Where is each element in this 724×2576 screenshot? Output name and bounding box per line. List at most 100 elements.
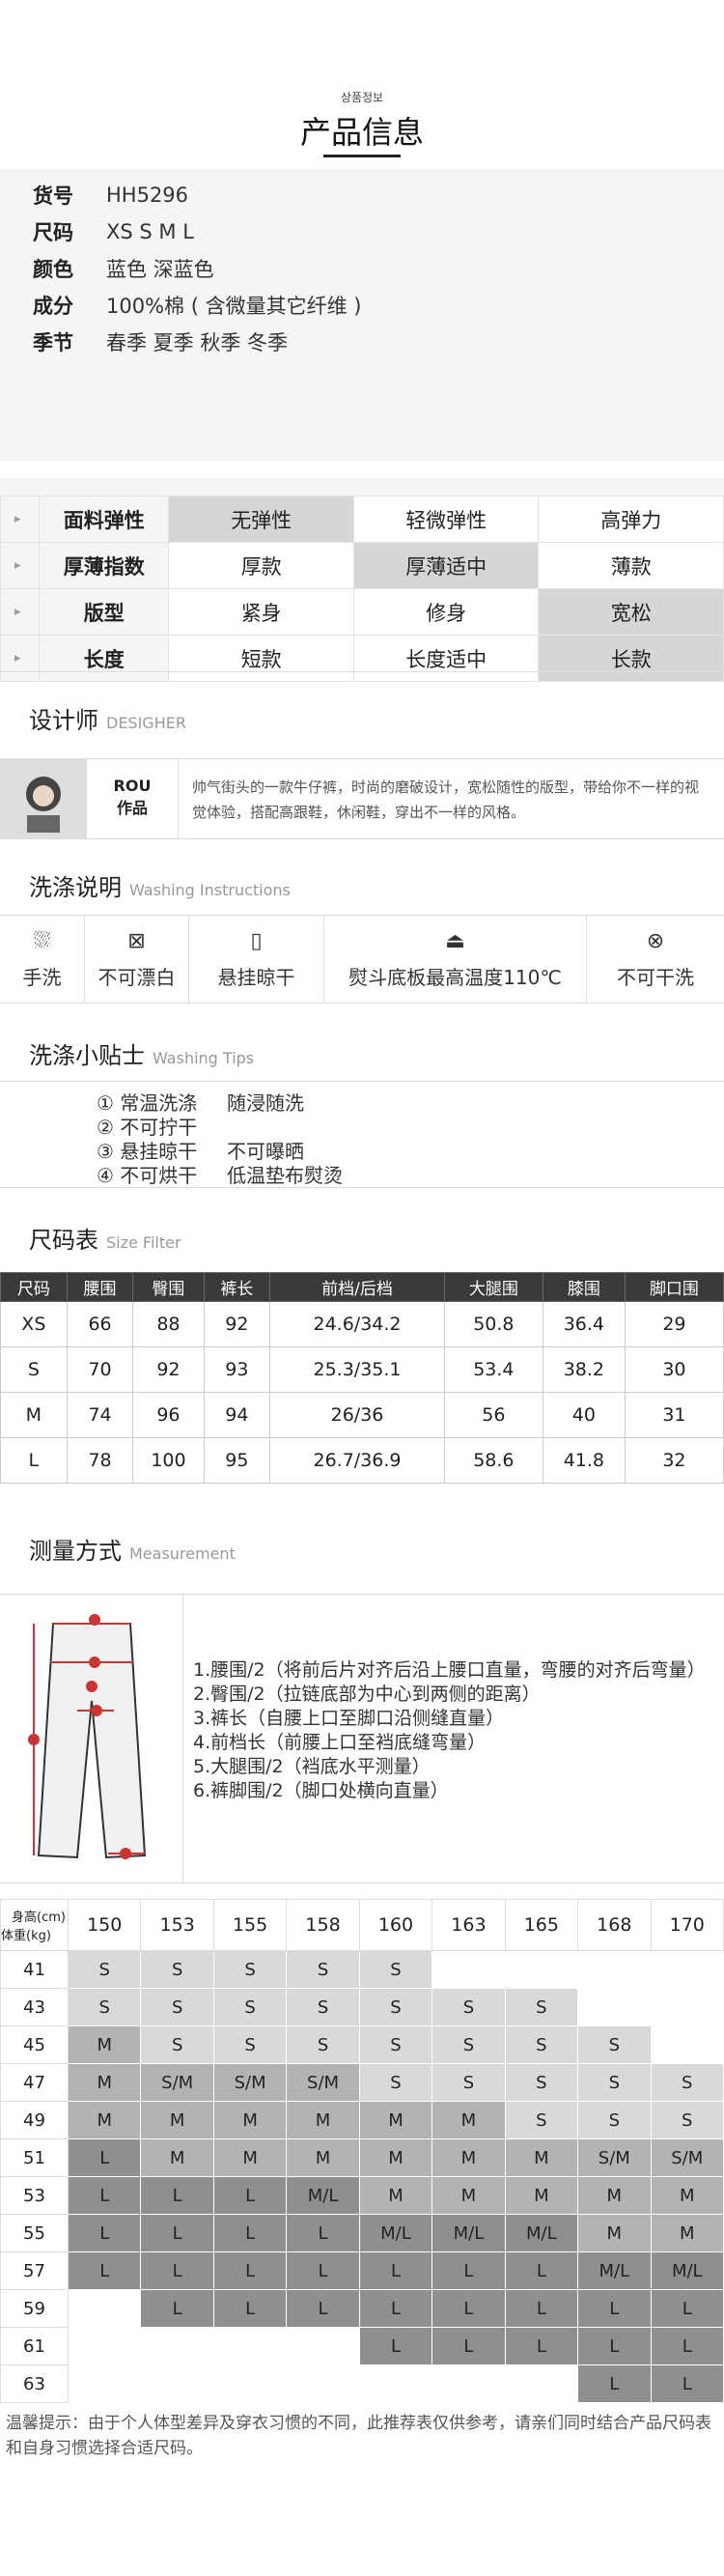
rec-cell: M [286,2101,360,2139]
size-cell: 26.7/36.9 [269,1437,445,1484]
rec-cell: M [358,2176,433,2215]
rec-cell: S [358,2025,433,2064]
rec-cell [67,2327,142,2365]
rec-cell: M [140,2138,214,2177]
rec-cell: S [67,1988,142,2026]
corner-cell: 身高(cm) 体重(kg) [0,1899,69,1951]
rec-cell: L [432,2327,506,2365]
rec-cell: L [577,2289,652,2328]
table-row: 49 M M M M M M S S S [0,2101,724,2139]
size-header-cell: 裤长 [203,1272,271,1302]
height-header: 160 [358,1899,433,1951]
rec-cell: L [140,2251,214,2290]
size-cell: XS [0,1301,68,1347]
measure-title: 测量方式 [29,1538,122,1565]
attribute-option: 薄款 [538,542,724,589]
rec-cell: M [650,2214,724,2252]
measurement-list: 1.腰围/2（将前后片对齐后沿上腰口直量，弯腰的对齐后弯量） 2.臀围/2（拉链… [183,1595,706,1882]
size-section-header: 尺码表 Size Filter [0,1187,724,1272]
size-en: Size Filter [106,1233,181,1252]
size-cell: 30 [624,1346,724,1393]
info-row: 尺码 XS S M L [0,213,724,250]
rec-cell: L [67,2214,142,2252]
weight-cell: 53 [0,2176,69,2215]
size-cell: 100 [132,1437,205,1484]
rec-cell [650,2025,724,2064]
table-row: 57 L L L L L L L M/L M/L [0,2251,724,2290]
designer-card: ROU 作品 帅气街头的一款牛仔裤，时尚的磨破设计，宽松随性的版型，带给你不一样的… [0,758,724,839]
size-cell: 26/36 [269,1392,445,1438]
info-key: 尺码 [33,221,73,244]
rec-cell: L [212,2176,288,2215]
table-row: 45 M S S S S S S S [0,2025,724,2064]
rec-cell: M [432,2176,506,2215]
height-header: 155 [212,1899,288,1951]
table-row: 41 S S S S S [0,1950,724,1989]
rec-cell [67,2364,142,2403]
rec-cell: L [504,2289,579,2328]
washing-icons: ⛆ 手洗 ⊠ 不可漂白 ▯ 悬挂晾干 ⏏ 熨斗底板最高温度110℃ ⊗ 不可干洗 [0,915,724,1004]
weight-cell: 43 [0,1988,69,2026]
washing-section-header: 洗涤说明 Washing Instructions [0,839,724,915]
wash-item: ⛆ 手洗 [0,916,85,1003]
rec-cell: S [650,2101,724,2139]
size-table: 尺码 腰围 臀围 裤长 前档/后档 大腿围 膝围 脚口围 XS 66 88 92 24.6/34.2 50… [0,1272,724,1484]
info-row: 颜色 蓝色 深蓝色 [0,250,724,287]
height-header: 170 [650,1899,724,1951]
size-cell: 93 [203,1346,271,1393]
size-cell: 29 [624,1301,724,1347]
designer-title: 设计师 [29,707,98,734]
rec-cell: M [67,2025,142,2064]
measure-en: Measurement [129,1544,236,1563]
rec-cell: S [432,2025,506,2064]
measure-section-header: 测量方式 Measurement [0,1491,724,1594]
size-header-cell: 腰围 [66,1272,134,1302]
table-row: 43 S S S S S S S [0,1988,724,2026]
tips-en: Washing Tips [153,1049,255,1067]
rec-cell: M/L [286,2176,360,2215]
attribute-option: 紧身 [168,588,354,636]
weight-cell: 63 [0,2364,69,2403]
measurement-panel: 1.腰围/2（将前后片对齐后沿上腰口直量，弯腰的对齐后弯量） 2.臀围/2（拉链… [0,1594,724,1883]
rec-cell: S [577,2063,652,2102]
rec-cell: M [212,2101,288,2139]
rec-cell [212,2364,288,2403]
size-cell: 25.3/35.1 [269,1346,445,1393]
bullet-icon: ▸ [0,542,41,589]
size-cell: 40 [542,1392,626,1438]
size-cell: 56 [443,1392,543,1438]
page-header: 상품정보 产品信息 [0,0,724,169]
size-cell: 74 [66,1392,134,1438]
size-cell: 94 [203,1392,271,1438]
measure-item: 5.大腿围/2（裆底水平测量） [193,1756,431,1777]
pants-diagram [0,1595,183,1882]
rec-cell: L [67,2251,142,2290]
rec-cell: L [577,2364,652,2403]
attribute-option: 无弹性 [168,495,354,543]
info-value: XS S M L [106,220,194,243]
table-row: 53 L L L M/L M M M M M [0,2176,724,2215]
table-row: S 70 92 93 25.3/35.1 53.4 38.2 30 [0,1346,724,1393]
rec-cell: S [212,1988,288,2026]
rec-cell: S [504,2025,579,2064]
rec-cell: L [212,2214,288,2252]
rec-cell: S [67,1950,142,1989]
info-value: HH5296 [106,184,189,207]
attribute-name: 厚薄指数 [39,542,170,589]
rec-cell: L [358,2289,433,2328]
bullet-icon: ▸ [0,588,41,636]
rec-cell: L [432,2251,506,2290]
info-row: 成分 100%棉 ( 含微量其它纤维 ) [0,287,724,324]
rec-cell: L [650,2364,724,2403]
tip-row: ① 常温洗涤 随浸随洗 [97,1091,304,1115]
rec-cell: S [286,1950,360,1989]
height-label: 身高(cm) [12,1911,66,1925]
size-cell: 58.6 [443,1437,543,1484]
attribute-option: 高弹力 [538,495,724,543]
size-header-cell: 脚口围 [624,1272,724,1302]
designer-en: DESIGHER [106,714,186,732]
size-cell: 95 [203,1437,271,1484]
info-value: 春季 夏季 秋季 冬季 [106,331,289,354]
rec-cell: S [140,1950,214,1989]
rec-cell [286,2327,360,2365]
